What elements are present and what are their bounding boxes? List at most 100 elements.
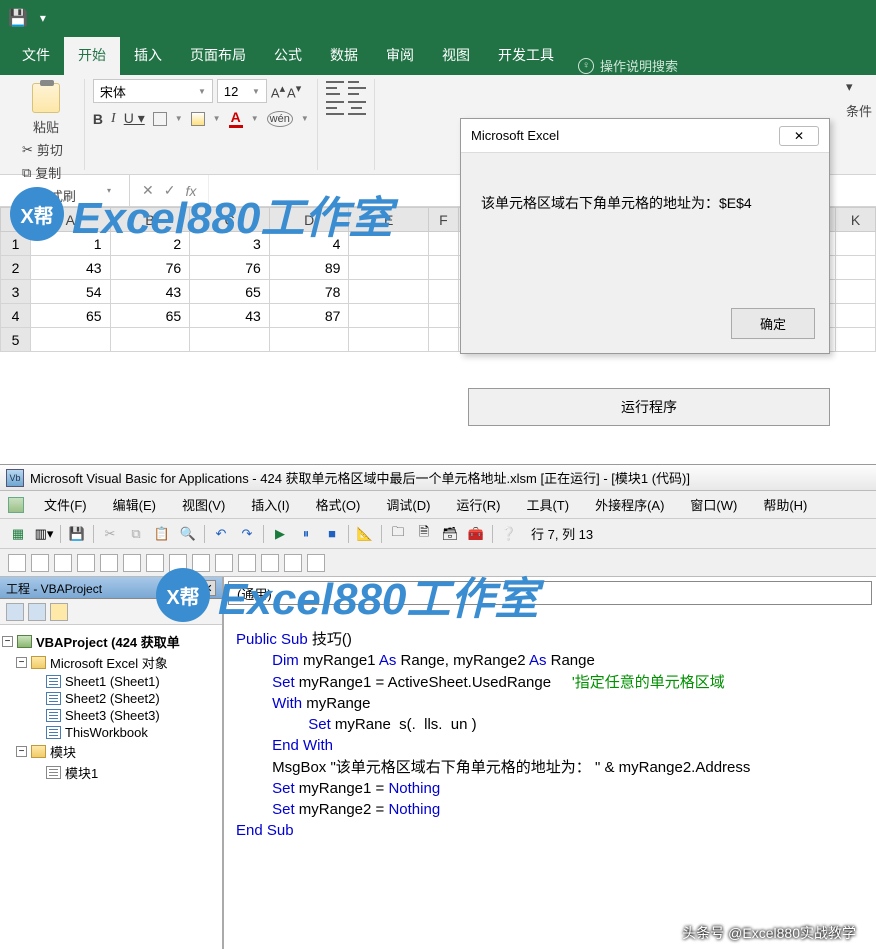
cell[interactable]	[836, 304, 876, 328]
column-header[interactable]: A	[30, 208, 110, 232]
redo-icon[interactable]: ↷	[237, 524, 257, 544]
column-header[interactable]: K	[836, 208, 876, 232]
menu-insert[interactable]: 插入(I)	[239, 493, 301, 516]
toolbar-icon[interactable]	[238, 554, 256, 572]
cell[interactable]: 76	[190, 256, 270, 280]
align-left-icon[interactable]	[326, 101, 344, 115]
cell[interactable]	[349, 304, 429, 328]
break-icon[interactable]: ⏸	[296, 524, 316, 544]
toolbar-icon[interactable]	[100, 554, 118, 572]
align-center-icon[interactable]	[348, 101, 366, 115]
column-header[interactable]: B	[110, 208, 190, 232]
cell[interactable]	[836, 232, 876, 256]
view-object-icon[interactable]	[28, 603, 46, 621]
qat-dropdown-icon[interactable]: ▾	[40, 11, 46, 25]
cell[interactable]: 43	[190, 304, 270, 328]
paste-button[interactable]: 粘贴	[16, 79, 76, 140]
cell[interactable]: 54	[30, 280, 110, 304]
toolbar-icon[interactable]	[284, 554, 302, 572]
help-icon[interactable]: ❔	[499, 524, 519, 544]
tab-home[interactable]: 开始	[64, 37, 120, 75]
object-browser-icon[interactable]: 🗃	[440, 524, 460, 544]
fill-color-button[interactable]	[191, 112, 205, 126]
cell[interactable]	[349, 328, 429, 352]
cell[interactable]	[110, 328, 190, 352]
toolbar-icon[interactable]	[123, 554, 141, 572]
cell[interactable]	[428, 232, 458, 256]
run-macro-button[interactable]: 运行程序	[468, 388, 830, 426]
undo-icon[interactable]: ↶	[211, 524, 231, 544]
tab-review[interactable]: 审阅	[372, 37, 428, 75]
menu-file[interactable]: 文件(F)	[32, 493, 99, 516]
font-color-button[interactable]: A	[229, 109, 243, 128]
collapse-icon[interactable]: −	[2, 636, 13, 647]
tab-page-layout[interactable]: 页面布局	[176, 37, 260, 75]
fx-icon[interactable]: fx	[185, 183, 196, 199]
cell[interactable]	[836, 328, 876, 352]
cancel-formula-icon[interactable]: ✕	[142, 182, 154, 199]
cell[interactable]: 89	[269, 256, 349, 280]
cell[interactable]	[428, 328, 458, 352]
phonetic-button[interactable]: wén	[267, 111, 293, 127]
chevron-down-icon[interactable]: ▾	[846, 79, 872, 95]
insert-module-icon[interactable]: ▥▾	[34, 524, 54, 544]
menu-format[interactable]: 格式(O)	[304, 493, 373, 516]
row-header[interactable]: 3	[1, 280, 31, 304]
view-code-icon[interactable]	[6, 603, 24, 621]
italic-button[interactable]: I	[111, 111, 116, 127]
collapse-icon[interactable]: −	[16, 657, 27, 668]
toolbar-icon[interactable]	[31, 554, 49, 572]
menu-debug[interactable]: 调试(D)	[374, 493, 442, 516]
cell[interactable]: 4	[269, 232, 349, 256]
column-header[interactable]: E	[349, 208, 429, 232]
project-explorer-icon[interactable]: 🗀	[388, 524, 408, 544]
column-header[interactable]: F	[428, 208, 458, 232]
cell[interactable]: 2	[110, 232, 190, 256]
font-size-dropdown[interactable]: 12▼	[217, 79, 267, 103]
row-header[interactable]: 5	[1, 328, 31, 352]
decrease-font-icon[interactable]: A▾	[287, 82, 301, 100]
cell[interactable]	[836, 256, 876, 280]
cell[interactable]	[428, 256, 458, 280]
cell[interactable]: 65	[30, 304, 110, 328]
tab-developer[interactable]: 开发工具	[484, 37, 568, 75]
close-icon[interactable]: ✕	[200, 580, 216, 596]
conditional-format-button[interactable]: 条件	[846, 101, 872, 120]
paste-icon[interactable]: 📋	[152, 524, 172, 544]
font-name-dropdown[interactable]: 宋体▼	[93, 79, 213, 103]
cell[interactable]	[349, 256, 429, 280]
toolbox-icon[interactable]: 🧰	[466, 524, 486, 544]
toolbar-icon[interactable]	[215, 554, 233, 572]
row-header[interactable]: 2	[1, 256, 31, 280]
save-icon[interactable]: 💾	[8, 8, 28, 28]
menu-help[interactable]: 帮助(H)	[751, 493, 819, 516]
design-mode-icon[interactable]: 📐	[355, 524, 375, 544]
run-icon[interactable]: ▶	[270, 524, 290, 544]
tab-formulas[interactable]: 公式	[260, 37, 316, 75]
menu-window[interactable]: 窗口(W)	[678, 493, 749, 516]
row-header[interactable]: 1	[1, 232, 31, 256]
toolbar-icon[interactable]	[261, 554, 279, 572]
properties-icon[interactable]: 🗎	[414, 524, 434, 544]
cell[interactable]: 87	[269, 304, 349, 328]
cell[interactable]	[30, 328, 110, 352]
cell[interactable]: 1	[30, 232, 110, 256]
toolbar-icon[interactable]	[77, 554, 95, 572]
toolbar-icon[interactable]	[8, 554, 26, 572]
tab-view[interactable]: 视图	[428, 37, 484, 75]
vbe-title-bar[interactable]: Vb Microsoft Visual Basic for Applicatio…	[0, 465, 876, 491]
toolbar-icon[interactable]	[146, 554, 164, 572]
close-icon[interactable]: ✕	[779, 126, 819, 146]
find-icon[interactable]: 🔍	[178, 524, 198, 544]
cell[interactable]: 3	[190, 232, 270, 256]
toolbar-icon[interactable]	[54, 554, 72, 572]
tab-insert[interactable]: 插入	[120, 37, 176, 75]
dialog-title-bar[interactable]: Microsoft Excel ✕	[461, 119, 829, 153]
align-middle-icon[interactable]	[348, 81, 366, 95]
select-all-corner[interactable]	[1, 208, 31, 232]
cell[interactable]: 43	[30, 256, 110, 280]
cell[interactable]	[269, 328, 349, 352]
object-dropdown[interactable]: (通用)	[228, 581, 872, 605]
menu-tools[interactable]: 工具(T)	[514, 493, 581, 516]
cell[interactable]: 65	[110, 304, 190, 328]
